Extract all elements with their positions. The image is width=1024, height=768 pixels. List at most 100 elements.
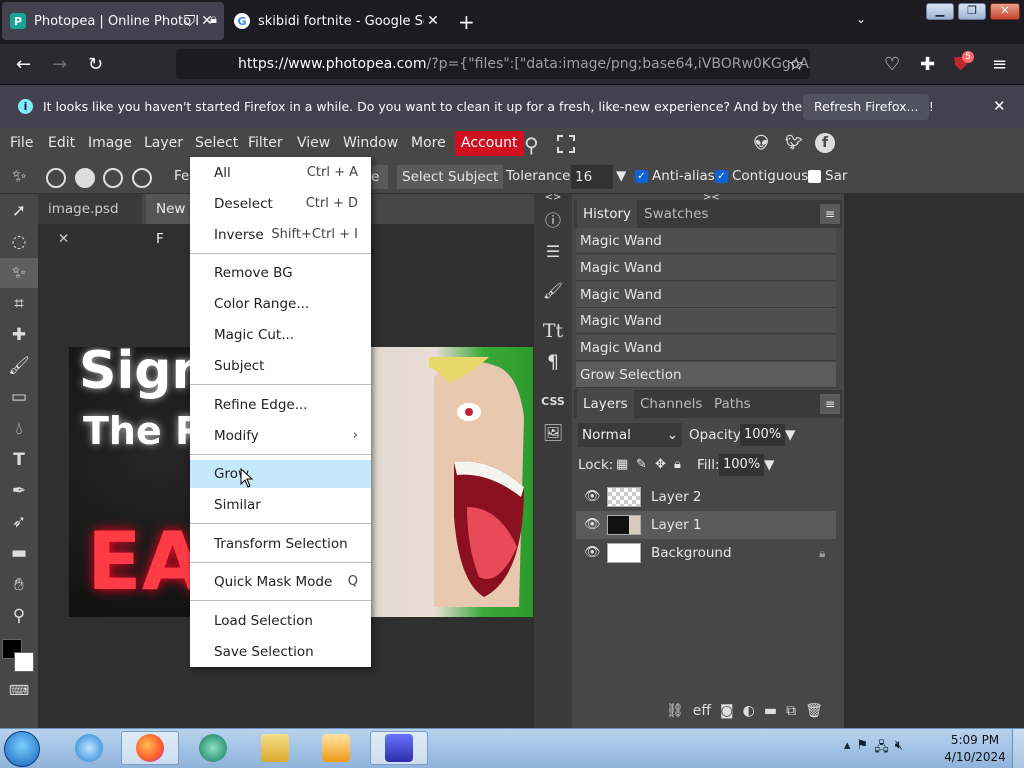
lock-transparency-icon[interactable]: ▦ (616, 457, 628, 472)
layer-row[interactable]: 👁︎ Background 🔒︎ (576, 539, 836, 567)
keyboard-icon[interactable]: ⌨︎ (0, 676, 38, 706)
reload-icon[interactable]: ↻ (88, 54, 103, 75)
history-item[interactable]: Magic Wand (576, 308, 836, 334)
layer-effects-button[interactable]: eff (693, 703, 711, 719)
window-restore-button[interactable]: ❐ (958, 3, 986, 20)
blend-mode-select[interactable]: Normal ⌄ (578, 423, 682, 447)
tab-paths[interactable]: Paths (708, 390, 757, 418)
path-select-tool-icon[interactable]: ➶ (0, 507, 38, 537)
type-tool-icon[interactable]: T (0, 445, 38, 475)
history-item[interactable]: Magic Wand (576, 335, 836, 361)
history-item-current[interactable]: Grow Selection (576, 362, 836, 388)
layers-panel-menu-icon[interactable]: ≡ (820, 394, 840, 414)
tolerance-input[interactable]: 16 (571, 165, 613, 189)
menu-more[interactable]: More (411, 135, 446, 151)
taskbar-internet-explorer[interactable] (60, 731, 118, 765)
menu-item-similar[interactable]: Similar (190, 491, 371, 519)
back-arrow-icon[interactable]: ← (16, 54, 31, 75)
menu-item-magic-cut[interactable]: Magic Cut... (190, 321, 371, 349)
menu-item-save-selection[interactable]: Save Selection (190, 638, 371, 666)
twitter-icon[interactable]: 🐦︎ (784, 133, 804, 153)
bookmark-star-icon[interactable]: ☆ (788, 54, 804, 75)
menu-item-modify[interactable]: Modify › (190, 422, 371, 450)
extensions-puzzle-icon[interactable]: ✚ (920, 54, 935, 75)
clock-date[interactable]: 4/10/2024 (944, 750, 1006, 764)
close-tab-icon[interactable]: ✕ (424, 13, 442, 29)
visibility-eye-icon[interactable]: 👁︎ (584, 539, 601, 567)
rectangle-tool-icon[interactable]: ▬ (0, 538, 38, 568)
lock-all-icon[interactable]: 🔒︎ (674, 457, 681, 472)
hamburger-menu-icon[interactable]: ≡ (992, 54, 1007, 75)
new-layer-icon[interactable]: ⧉ (786, 703, 796, 719)
refresh-firefox-button[interactable]: Refresh Firefox... (803, 94, 930, 120)
tab-google-search[interactable]: G skibidi fortnite - Google Search ✕ (226, 2, 450, 40)
lasso-tool-icon[interactable]: ◌ (0, 227, 38, 257)
sample-all-layers-checkbox[interactable] (808, 170, 821, 183)
taskbar-file-explorer[interactable] (246, 731, 304, 765)
window-close-button[interactable]: ✕ (990, 3, 1020, 20)
history-item[interactable]: Magic Wand (576, 282, 836, 308)
menu-window[interactable]: Window (343, 135, 398, 151)
menu-item-quick-mask-mode[interactable]: Quick Mask Mode Q (190, 568, 371, 596)
tab-channels[interactable]: Channels (634, 390, 708, 418)
layer-row[interactable]: 👁︎ Layer 2 (576, 483, 836, 511)
magic-wand-tool-icon[interactable]: ✨︎ (12, 166, 27, 187)
menu-item-deselect[interactable]: Deselect Ctrl + D (190, 190, 371, 218)
taskbar-media-player[interactable] (307, 731, 365, 765)
blur-tool-icon[interactable]: 💧︎ (0, 414, 38, 444)
close-doc-tab-icon[interactable]: ✕ (58, 231, 69, 247)
menu-item-subject[interactable]: Subject (190, 352, 371, 380)
tray-expand-arrow-icon[interactable]: ▴ (844, 738, 851, 760)
adjustments-panel-icon[interactable]: ☰ (534, 237, 572, 267)
taskbar-photopea-app[interactable] (370, 731, 428, 765)
facebook-icon[interactable]: f (815, 133, 835, 153)
visibility-eye-icon[interactable]: 👁︎ (584, 483, 601, 511)
contiguous-checkbox[interactable]: ✓ (715, 170, 728, 183)
list-tabs-chevron-icon[interactable]: ⌄ (856, 12, 866, 26)
new-group-folder-icon[interactable]: ▬ (764, 703, 777, 719)
image-panel-icon[interactable]: 🖼︎ (534, 418, 572, 448)
doc-tab-image-psd[interactable]: image.psd ✕ (38, 194, 142, 247)
delete-layer-trash-icon[interactable]: 🗑︎ (805, 703, 823, 719)
menu-item-remove-bg[interactable]: Remove BG (190, 259, 371, 287)
info-panel-icon[interactable]: ⓘ (534, 206, 572, 236)
opacity-dropdown-icon[interactable]: ▼ (785, 427, 795, 443)
crop-tool-icon[interactable]: ⌗ (0, 289, 38, 319)
link-layers-icon[interactable]: ⛓︎ (666, 703, 684, 719)
history-item[interactable]: Magic Wand (576, 228, 836, 254)
layer-row-selected[interactable]: 👁︎ Layer 1 (576, 511, 836, 539)
url-bar[interactable]: https://www.photopea.com/?p={"files":["d… (176, 49, 810, 79)
show-desktop-button[interactable] (1012, 729, 1024, 768)
menu-item-load-selection[interactable]: Load Selection (190, 607, 371, 635)
character-panel-icon[interactable]: Tt (534, 316, 572, 346)
menu-image[interactable]: Image (88, 135, 132, 151)
brush-panel-icon[interactable]: 🖌︎ (534, 276, 572, 306)
fullscreen-icon[interactable] (557, 135, 575, 153)
eraser-tool-icon[interactable]: ▭ (0, 382, 38, 412)
menu-view[interactable]: View (297, 135, 330, 151)
lock-pixels-brush-icon[interactable]: ✎ (636, 457, 647, 472)
fill-input[interactable]: 100% (719, 454, 765, 476)
menu-item-inverse[interactable]: Inverse Shift+Ctrl + I (190, 221, 371, 249)
tab-history[interactable]: History (577, 200, 638, 228)
window-minimize-button[interactable]: ▁ (926, 3, 954, 20)
fill-dropdown-icon[interactable]: ▼ (764, 457, 774, 473)
forward-arrow-icon[interactable]: → (52, 54, 67, 75)
menu-edit[interactable]: Edit (48, 135, 75, 151)
opacity-input[interactable]: 100% (740, 424, 786, 446)
move-tool-icon[interactable]: ➚ (0, 196, 38, 226)
healing-brush-tool-icon[interactable]: ✚ (0, 320, 38, 350)
network-icon[interactable]: 🖧︎ (874, 738, 889, 760)
history-panel-menu-icon[interactable]: ≡ (820, 204, 840, 224)
menu-select[interactable]: Select (195, 135, 238, 151)
action-center-flag-icon[interactable]: ⚑ (857, 738, 869, 760)
background-color-swatch[interactable] (14, 652, 34, 672)
menu-item-all[interactable]: All Ctrl + A (190, 159, 371, 187)
anti-alias-checkbox[interactable]: ✓ (635, 170, 648, 183)
volume-muted-icon[interactable]: 🔇︎ (895, 738, 903, 760)
paragraph-panel-icon[interactable]: ¶ (534, 347, 572, 377)
history-item[interactable]: Magic Wand (576, 255, 836, 281)
zoom-tool-icon[interactable]: ⚲ (0, 601, 38, 631)
visibility-eye-icon[interactable]: 👁︎ (584, 511, 601, 539)
search-icon[interactable]: ⚲ (524, 133, 539, 157)
